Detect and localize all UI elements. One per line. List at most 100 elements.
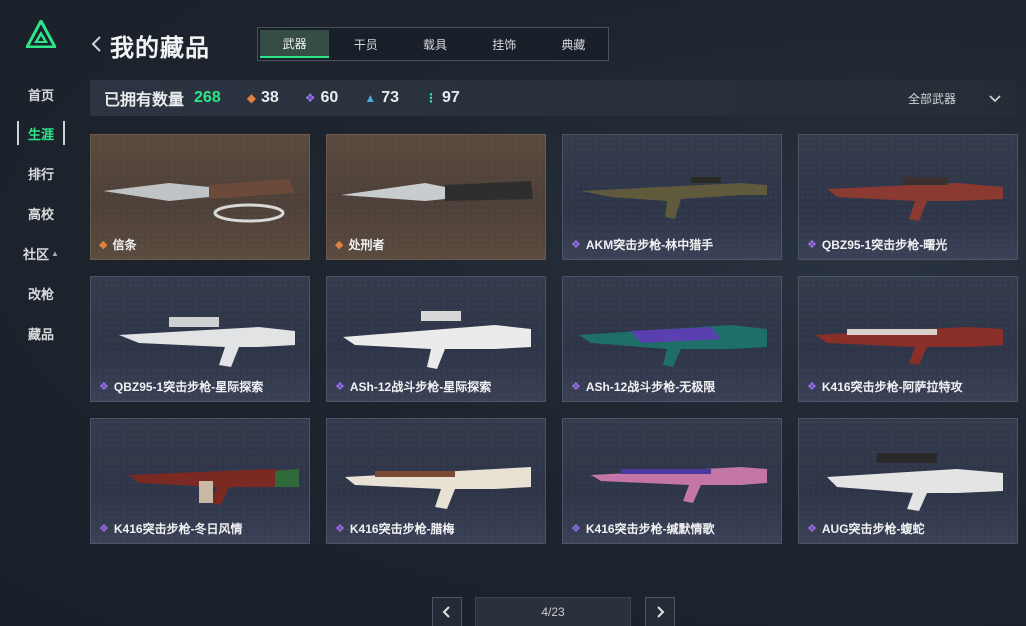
nav-label: 排行 (27, 166, 54, 182)
collection-card[interactable]: ❖ ASh-12战斗步枪-无极限 (562, 276, 782, 402)
nav-item-ranking[interactable]: 排行 (17, 161, 65, 185)
purple-gem-icon: ❖ (571, 239, 581, 251)
nav-label: 藏品 (27, 326, 54, 342)
nav-label: 改枪 (27, 286, 54, 302)
purple-gem-icon: ❖ (304, 91, 316, 105)
collection-card[interactable]: ❖ QBZ95-1突击步枪-曙光 (798, 134, 1018, 260)
item-label: ❖ K416突击步枪-阿萨拉特攻 (807, 378, 963, 395)
item-name: AUG突击步枪-蝮蛇 (821, 522, 925, 536)
owned-label: 已拥有数量 (104, 92, 185, 109)
purple-gem-icon: ❖ (807, 381, 817, 393)
item-label: ❖ ASh-12战斗步枪-无极限 (571, 378, 715, 395)
collection-card[interactable]: ❖ K416突击步枪-阿萨拉特攻 (798, 276, 1018, 402)
item-name: ASh-12战斗步枪-星际探索 (349, 380, 492, 394)
owned-count: 268 (194, 89, 221, 106)
item-label: ❖ AUG突击步枪-蝮蛇 (807, 520, 925, 537)
collection-card[interactable]: ❖ K416突击步枪-腊梅 (326, 418, 546, 544)
page-indicator: 4/23 (475, 597, 631, 626)
gold-gem-icon: ◆ (246, 91, 256, 105)
item-name: K416突击步枪-缄默情歌 (585, 522, 715, 536)
stat-gold: ◆ 38 (247, 89, 279, 107)
item-label: ❖ QBZ95-1突击步枪-星际探索 (99, 378, 263, 395)
nav-item-gunsmith[interactable]: 改枪 (17, 281, 65, 305)
item-name: QBZ95-1突击步枪-星际探索 (113, 380, 264, 394)
sidebar: 首页 生涯 排行 高校 社区 ▲ 改枪 藏品 (0, 0, 82, 626)
item-name: K416突击步枪-阿萨拉特攻 (821, 380, 963, 394)
app-logo-icon[interactable] (26, 20, 56, 48)
tab-operators[interactable]: 干员 (331, 28, 400, 60)
gold-gem-icon: ◆ (99, 239, 108, 251)
collection-card[interactable]: ❖ QBZ95-1突击步枪-星际探索 (90, 276, 310, 402)
purple-gem-icon: ❖ (571, 381, 581, 393)
purple-gem-icon: ❖ (99, 381, 109, 393)
rifle-image (581, 177, 767, 219)
item-name: QBZ95-1突击步枪-曙光 (821, 238, 948, 252)
item-name: K416突击步枪-腊梅 (349, 522, 455, 536)
category-tabs: 武器 干员 载具 挂饰 典藏 (257, 27, 609, 61)
chevron-left-icon (442, 606, 450, 618)
purple-gem-icon: ❖ (807, 239, 817, 251)
collection-card[interactable]: ◆ 信条 (90, 134, 310, 260)
purple-gem-icon: ❖ (99, 523, 109, 535)
item-label: ❖ K416突击步枪-腊梅 (335, 520, 455, 537)
item-label: ◆ 处刑者 (335, 236, 384, 253)
nav-item-career[interactable]: 生涯 (17, 121, 65, 145)
rifle-image (129, 469, 299, 505)
green-gem-icon: ⋮ (425, 91, 437, 105)
stat-count: 38 (260, 89, 279, 106)
collection-card[interactable]: ◆ 处刑者 (326, 134, 546, 260)
nav-item-community[interactable]: 社区 ▲ (17, 241, 65, 265)
rifle-image (579, 325, 767, 367)
nav-label: 高校 (27, 206, 54, 222)
chevron-right-icon (657, 606, 665, 618)
weapon-filter-dropdown[interactable]: 全部武器 (908, 80, 1002, 116)
item-label: ❖ ASh-12战斗步枪-星际探索 (335, 378, 491, 395)
item-label: ◆ 信条 (99, 236, 136, 253)
pagination: 4/23 (0, 597, 1026, 626)
item-label: ❖ K416突击步枪-缄默情歌 (571, 520, 715, 537)
rifle-image (345, 467, 531, 509)
item-name: 信条 (112, 238, 137, 252)
purple-gem-icon: ❖ (571, 523, 581, 535)
nav-label: 首页 (27, 87, 54, 103)
nav-item-home[interactable]: 首页 (17, 82, 65, 106)
collection-card[interactable]: ❖ K416突击步枪-缄默情歌 (562, 418, 782, 544)
item-name: ASh-12战斗步枪-无极限 (585, 380, 716, 394)
stat-purple: ❖ 60 (305, 89, 339, 107)
rifle-image (815, 327, 1003, 365)
gold-gem-icon: ◆ (335, 239, 344, 251)
prev-page-button[interactable] (432, 597, 462, 626)
stat-count: 97 (442, 89, 460, 106)
tab-weapons[interactable]: 武器 (260, 30, 330, 58)
tab-charms[interactable]: 挂饰 (470, 28, 539, 60)
item-name: K416突击步枪-冬日风情 (113, 522, 243, 536)
stat-count: 60 (320, 89, 339, 106)
item-label: ❖ QBZ95-1突击步枪-曙光 (807, 236, 947, 253)
collection-card[interactable]: ❖ ASh-12战斗步枪-星际探索 (326, 276, 546, 402)
rifle-image (591, 467, 767, 503)
tab-vehicles[interactable]: 载具 (400, 28, 469, 60)
next-page-button[interactable] (645, 597, 675, 626)
nav-label: 社区 (23, 246, 50, 262)
rifle-image (827, 453, 1003, 511)
stat-count: 73 (381, 89, 399, 106)
tab-collectibles[interactable]: 典藏 (539, 28, 608, 60)
rifle-image (343, 311, 531, 369)
purple-gem-icon: ❖ (807, 523, 817, 535)
chevron-up-icon: ▲ (51, 248, 59, 258)
collection-card[interactable]: ❖ AUG突击步枪-蝮蛇 (798, 418, 1018, 544)
back-arrow-icon[interactable] (90, 34, 104, 54)
rifle-image (827, 177, 1003, 221)
purple-gem-icon: ❖ (335, 523, 345, 535)
nav-item-collection[interactable]: 藏品 (17, 321, 65, 345)
stats-bar: 已拥有数量 268 ◆ 38 ❖ 60 ▲ 73 ⋮ 97 全部武器 (90, 80, 1016, 116)
stat-green: ⋮ 97 (425, 89, 460, 107)
knife-image (103, 179, 295, 223)
rifle-image (119, 317, 295, 367)
nav-item-college[interactable]: 高校 (17, 201, 65, 225)
blue-gem-icon: ▲ (364, 91, 377, 105)
filter-label: 全部武器 (907, 91, 956, 106)
collection-card[interactable]: ❖ K416突击步枪-冬日风情 (90, 418, 310, 544)
collection-card[interactable]: ❖ AKM突击步枪-林中猎手 (562, 134, 782, 260)
item-label: ❖ AKM突击步枪-林中猎手 (571, 236, 713, 253)
